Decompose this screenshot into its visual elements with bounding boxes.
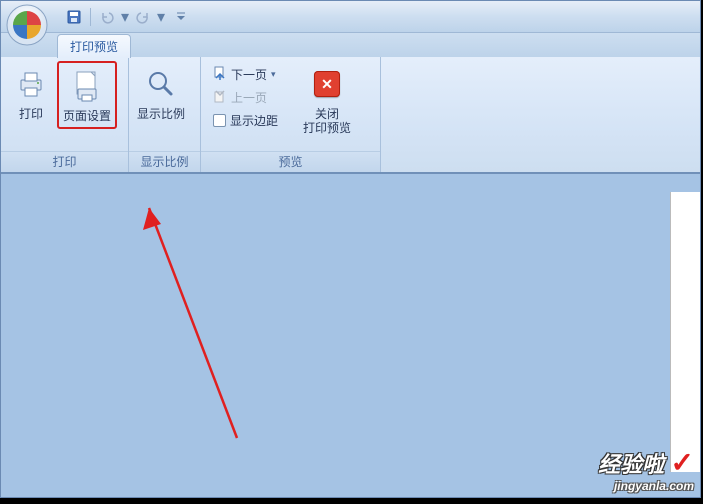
ribbon: 打印 页面设置 打印 bbox=[1, 57, 700, 173]
close-label-2: 打印预览 bbox=[303, 121, 351, 135]
close-icon: ✕ bbox=[309, 65, 345, 103]
watermark-check-icon: ✓ bbox=[671, 446, 694, 479]
group-print: 打印 页面设置 打印 bbox=[1, 57, 129, 172]
group-preview-label: 预览 bbox=[201, 151, 380, 172]
preview-workspace[interactable]: 经验啦 ✓ jingyanla.com bbox=[1, 173, 700, 497]
group-print-label: 打印 bbox=[1, 151, 128, 172]
next-page-button[interactable]: 下一页 ▾ bbox=[209, 63, 289, 86]
watermark: 经验啦 ✓ jingyanla.com bbox=[598, 446, 694, 493]
office-button[interactable] bbox=[5, 3, 49, 47]
zoom-label: 显示比例 bbox=[137, 107, 185, 121]
print-button[interactable]: 打印 bbox=[5, 61, 57, 125]
undo-icon[interactable] bbox=[94, 6, 120, 28]
print-label: 打印 bbox=[19, 107, 43, 121]
magnifier-icon bbox=[143, 65, 179, 103]
next-page-label: 下一页 bbox=[231, 66, 267, 83]
group-zoom-label: 显示比例 bbox=[129, 151, 200, 172]
page-setup-button[interactable]: 页面设置 bbox=[57, 61, 117, 129]
group-zoom: 显示比例 显示比例 bbox=[129, 57, 201, 172]
show-margins-checkbox[interactable]: 显示边距 bbox=[209, 109, 289, 132]
close-preview-button[interactable]: ✕ 关闭 打印预览 bbox=[295, 61, 359, 139]
close-label-1: 关闭 bbox=[315, 107, 339, 121]
redo-dropdown-icon[interactable]: ▾ bbox=[156, 7, 166, 27]
save-icon[interactable] bbox=[61, 6, 87, 28]
zoom-button[interactable]: 显示比例 bbox=[133, 61, 189, 125]
tab-print-preview[interactable]: 打印预览 bbox=[57, 34, 131, 58]
prev-page-icon bbox=[213, 89, 227, 106]
page-preview bbox=[670, 192, 700, 472]
undo-dropdown-icon[interactable]: ▾ bbox=[120, 7, 130, 27]
annotation-arrow bbox=[1, 174, 701, 504]
page-setup-icon bbox=[69, 67, 105, 105]
printer-icon bbox=[13, 65, 49, 103]
qat-separator bbox=[90, 8, 91, 26]
tab-label: 打印预览 bbox=[70, 40, 118, 54]
watermark-brand: 经验啦 bbox=[598, 447, 664, 479]
watermark-url: jingyanla.com bbox=[598, 479, 694, 493]
redo-icon[interactable] bbox=[130, 6, 156, 28]
dropdown-icon: ▾ bbox=[271, 69, 276, 80]
titlebar: ▾ ▾ bbox=[1, 1, 700, 33]
group-preview: 下一页 ▾ 上一页 显示边距 bbox=[201, 57, 381, 172]
prev-page-label: 上一页 bbox=[231, 89, 267, 106]
page-setup-label: 页面设置 bbox=[63, 109, 111, 123]
checkbox-icon bbox=[213, 114, 226, 127]
quick-access-toolbar: ▾ ▾ bbox=[61, 6, 186, 28]
app-window: ▾ ▾ 打印预览 bbox=[0, 0, 701, 498]
prev-page-button: 上一页 bbox=[209, 86, 289, 109]
next-page-icon bbox=[213, 66, 227, 83]
ribbon-tabs: 打印预览 bbox=[1, 33, 700, 57]
show-margins-label: 显示边距 bbox=[230, 112, 278, 129]
qat-customize-icon[interactable] bbox=[176, 12, 186, 22]
